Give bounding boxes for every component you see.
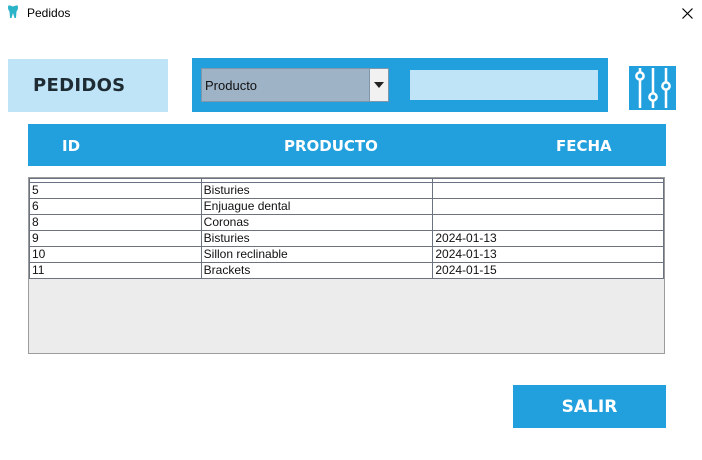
cell-producto[interactable]: Bisturies <box>200 182 434 199</box>
close-button[interactable] <box>672 0 702 26</box>
orders-grid: 5 Bisturies 6 Enjuague dental 8 Coronas … <box>29 178 664 279</box>
cell-id[interactable]: 9 <box>29 230 202 247</box>
cell-producto[interactable]: Brackets <box>200 262 434 279</box>
table-row[interactable]: 6 Enjuague dental <box>29 198 664 215</box>
section-title: PEDIDOS <box>33 75 126 96</box>
table-row[interactable]: 10 Sillon reclinable 2024-01-13 <box>29 246 664 263</box>
cell-producto[interactable]: Bisturies <box>200 230 434 247</box>
table-row[interactable]: 9 Bisturies 2024-01-13 <box>29 230 664 247</box>
column-header-id[interactable]: ID <box>62 137 80 155</box>
cell-fecha[interactable]: 2024-01-15 <box>432 262 664 279</box>
filter-field-select[interactable]: Producto <box>201 68 389 102</box>
cell-id[interactable]: 5 <box>29 182 202 199</box>
cell-id[interactable]: 8 <box>29 214 202 231</box>
search-input[interactable] <box>410 70 598 100</box>
column-header-fecha[interactable]: FECHA <box>556 137 612 155</box>
close-icon <box>681 7 693 19</box>
filter-field-value: Producto <box>205 78 258 93</box>
cell-id[interactable]: 11 <box>29 262 202 279</box>
orders-table[interactable]: 5 Bisturies 6 Enjuague dental 8 Coronas … <box>28 177 665 354</box>
table-row[interactable]: 8 Coronas <box>29 214 664 231</box>
filter-button[interactable] <box>629 66 676 110</box>
dropdown-button[interactable] <box>369 69 388 101</box>
cell-fecha[interactable] <box>432 182 664 199</box>
cell-fecha[interactable]: 2024-01-13 <box>432 246 664 263</box>
window-title: Pedidos <box>27 6 71 20</box>
table-row[interactable]: 11 Brackets 2024-01-15 <box>29 262 664 279</box>
table-row[interactable]: 5 Bisturies <box>29 182 664 199</box>
exit-button[interactable]: SALIR <box>513 385 666 428</box>
section-label-box: PEDIDOS <box>8 59 168 112</box>
cell-fecha[interactable] <box>432 214 664 231</box>
cell-producto[interactable]: Coronas <box>200 214 434 231</box>
cell-fecha[interactable]: 2024-01-13 <box>432 230 664 247</box>
cell-producto[interactable]: Enjuague dental <box>200 198 434 215</box>
table-header-bar: ID PRODUCTO FECHA <box>28 124 666 166</box>
cell-producto[interactable]: Sillon reclinable <box>200 246 434 263</box>
cell-id[interactable]: 6 <box>29 198 202 215</box>
tooth-icon <box>8 5 18 19</box>
chevron-down-icon <box>374 82 384 88</box>
sliders-icon <box>634 68 671 108</box>
title-bar: Pedidos <box>0 0 702 28</box>
cell-id[interactable]: 10 <box>29 246 202 263</box>
cell-fecha[interactable] <box>432 198 664 215</box>
column-header-producto[interactable]: PRODUCTO <box>284 137 378 155</box>
